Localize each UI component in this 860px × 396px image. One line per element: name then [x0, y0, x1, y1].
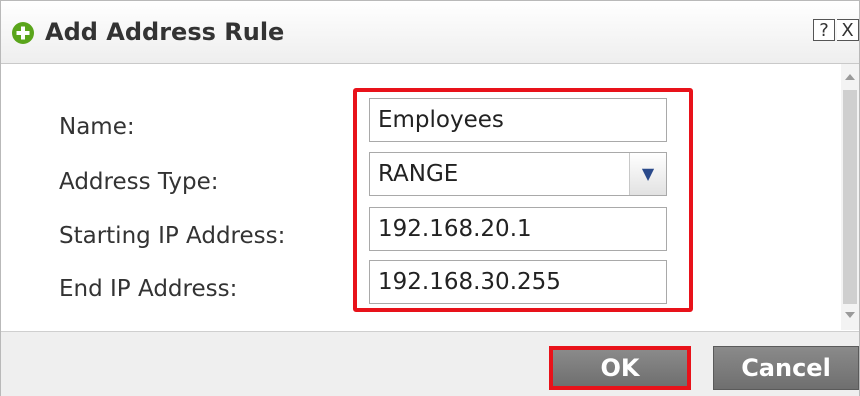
cancel-button[interactable]: Cancel: [713, 346, 859, 390]
scroll-up-icon[interactable]: [845, 74, 855, 80]
dialog-titlebar: Add Address Rule ? X: [1, 1, 859, 64]
start-ip-label: Starting IP Address:: [59, 223, 286, 249]
plus-circle-icon: [12, 22, 34, 44]
ok-button[interactable]: OK: [549, 346, 691, 390]
close-button[interactable]: X: [837, 19, 859, 41]
add-address-rule-dialog: Add Address Rule ? X Name: Address Type:…: [0, 0, 860, 396]
address-type-select[interactable]: RANGE ▼: [369, 152, 667, 196]
chevron-down-icon: ▼: [641, 164, 655, 183]
scroll-down-icon[interactable]: [845, 312, 855, 318]
vertical-scrollbar[interactable]: [841, 64, 859, 330]
start-ip-input[interactable]: [369, 207, 667, 251]
name-label: Name:: [59, 114, 135, 140]
end-ip-input[interactable]: [369, 260, 667, 304]
dropdown-button[interactable]: ▼: [629, 153, 666, 195]
help-button[interactable]: ?: [813, 19, 835, 41]
dialog-footer: OK Cancel: [1, 331, 859, 396]
address-type-value: RANGE: [378, 161, 459, 187]
dialog-title: Add Address Rule: [45, 18, 285, 46]
end-ip-label: End IP Address:: [59, 276, 238, 302]
address-type-label: Address Type:: [59, 169, 219, 195]
name-input[interactable]: [369, 98, 667, 142]
scroll-thumb[interactable]: [843, 90, 857, 304]
